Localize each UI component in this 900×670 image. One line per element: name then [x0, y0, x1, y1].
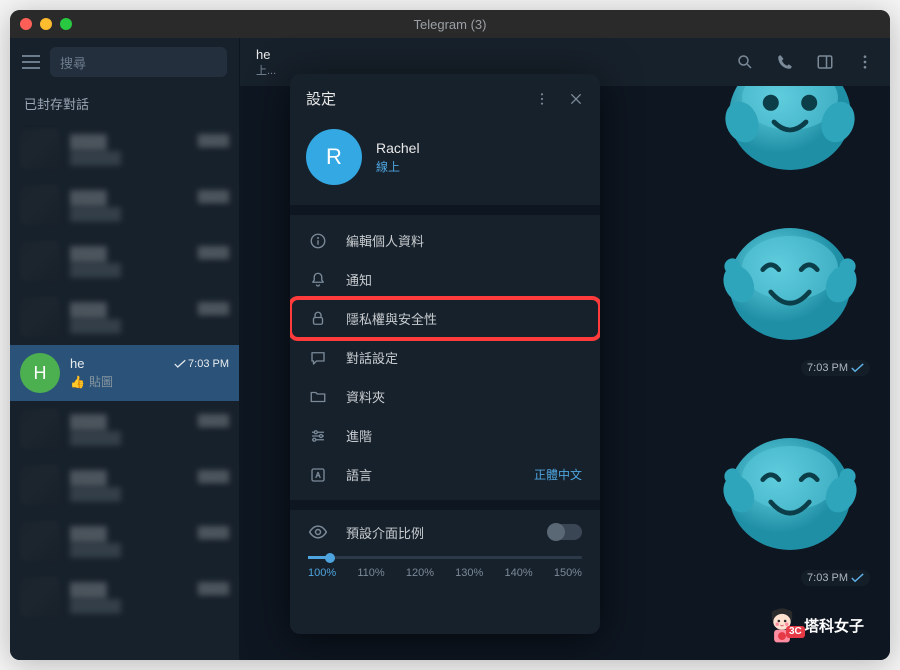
blob-sticker-icon — [710, 86, 870, 186]
list-item[interactable]: ██████████████ — [10, 457, 239, 513]
mascot-icon — [766, 606, 798, 644]
check-icon — [851, 573, 864, 583]
message-timestamp: 7:03 PM — [801, 570, 870, 586]
info-icon — [308, 232, 328, 250]
settings-menu: 編輯個人資料 通知 隱私權與安全性 對話設定 資料夾 進階 — [290, 215, 600, 500]
avatar: H — [20, 353, 60, 393]
menu-item-notifications[interactable]: 通知 — [290, 260, 600, 299]
sidebar-topbar: 搜尋 — [10, 38, 239, 86]
menu-item-value: 正體中文 — [534, 466, 582, 483]
menu-item-label: 通知 — [346, 270, 372, 289]
titlebar: Telegram (3) — [10, 10, 890, 38]
sliders-icon — [308, 427, 328, 445]
panel-title: 設定 — [306, 88, 336, 109]
profile-block[interactable]: R Rachel 線上 — [290, 119, 600, 205]
scale-slider[interactable] — [308, 556, 582, 559]
traffic-lights — [20, 18, 72, 30]
panel-header: 設定 — [290, 74, 600, 119]
list-item[interactable]: ██████████████ — [10, 233, 239, 289]
watermark: 塔科女子 3C — [766, 606, 864, 644]
list-item[interactable]: ██████████████ — [10, 401, 239, 457]
menu-item-label: 資料夾 — [346, 387, 385, 406]
sidebar-toggle-icon[interactable] — [816, 53, 834, 71]
slider-thumb-icon[interactable] — [325, 553, 335, 563]
minimize-window-button[interactable] — [40, 18, 52, 30]
menu-icon[interactable] — [22, 55, 40, 69]
scale-label: 預設介面比例 — [346, 523, 424, 542]
watermark-badge: 3C — [786, 626, 805, 638]
chat-list: ██████████████ ██████████████ ██████████… — [10, 121, 239, 660]
chat-preview: 貼圖 — [89, 373, 113, 390]
window-title: Telegram (3) — [414, 17, 487, 32]
sidebar: 搜尋 已封存對話 ██████████████ ██████████████ █… — [10, 38, 240, 660]
more-icon[interactable] — [534, 91, 550, 107]
message-sticker — [710, 86, 870, 186]
menu-item-label: 隱私權與安全性 — [346, 309, 437, 328]
bell-icon — [308, 271, 328, 289]
divider — [290, 205, 600, 215]
scale-section: 預設介面比例 100% 110% 120% 130% 140% 150% — [290, 510, 600, 579]
list-item[interactable]: ██████████████ — [10, 289, 239, 345]
menu-item-folders[interactable]: 資料夾 — [290, 377, 600, 416]
menu-item-advanced[interactable]: 進階 — [290, 416, 600, 455]
menu-item-label: 進階 — [346, 426, 372, 445]
language-icon — [308, 466, 328, 484]
archived-chats-label[interactable]: 已封存對話 — [10, 86, 239, 121]
chat-header-actions — [736, 53, 874, 71]
eye-icon — [308, 522, 328, 542]
list-item[interactable]: ██████████████ — [10, 177, 239, 233]
scale-option[interactable]: 140% — [505, 567, 533, 579]
chat-header-name: he — [256, 47, 276, 62]
scale-option[interactable]: 130% — [455, 567, 483, 579]
divider — [290, 500, 600, 510]
chat-time: 7:03 PM — [174, 358, 229, 370]
chat-icon — [308, 349, 328, 367]
phone-icon[interactable] — [776, 53, 794, 71]
search-input[interactable]: 搜尋 — [50, 47, 227, 77]
list-item[interactable]: ██████████████ — [10, 121, 239, 177]
message-sticker: 7:03 PM — [710, 196, 870, 376]
scale-option[interactable]: 110% — [357, 567, 384, 579]
profile-status: 線上 — [376, 158, 420, 175]
chat-header-status: 上... — [256, 62, 276, 78]
maximize-window-button[interactable] — [60, 18, 72, 30]
menu-item-chat-settings[interactable]: 對話設定 — [290, 338, 600, 377]
menu-item-edit-profile[interactable]: 編輯個人資料 — [290, 221, 600, 260]
close-window-button[interactable] — [20, 18, 32, 30]
menu-item-language[interactable]: 語言 正體中文 — [290, 455, 600, 494]
search-placeholder: 搜尋 — [60, 53, 86, 72]
scale-option[interactable]: 100% — [308, 567, 336, 579]
message-sticker: 7:03 PM — [710, 406, 870, 586]
list-item[interactable]: ██████████████ — [10, 513, 239, 569]
check-icon — [174, 359, 186, 369]
search-icon[interactable] — [736, 53, 754, 71]
scale-labels: 100% 110% 120% 130% 140% 150% — [308, 567, 582, 579]
menu-item-privacy-security[interactable]: 隱私權與安全性 — [290, 299, 600, 338]
menu-item-label: 語言 — [346, 465, 372, 484]
more-icon[interactable] — [856, 53, 874, 71]
scale-option[interactable]: 120% — [406, 567, 434, 579]
scale-row: 預設介面比例 — [308, 522, 582, 542]
message-timestamp: 7:03 PM — [801, 360, 870, 376]
chat-list-item-active[interactable]: H he 7:03 PM 👍 貼圖 — [10, 345, 239, 401]
profile-name: Rachel — [376, 140, 420, 156]
folder-icon — [308, 388, 328, 406]
menu-item-label: 編輯個人資料 — [346, 231, 424, 250]
scale-toggle[interactable] — [548, 524, 582, 540]
lock-icon — [308, 310, 328, 328]
emoji-thumbs-up-icon: 👍 — [70, 375, 85, 389]
close-icon[interactable] — [568, 91, 584, 107]
list-item[interactable]: ██████████████ — [10, 569, 239, 625]
app-window: Telegram (3) 搜尋 已封存對話 ██████████████ ███… — [10, 10, 890, 660]
blob-sticker-icon — [710, 406, 870, 566]
settings-panel: 設定 R Rachel 線上 編輯個人資料 通知 — [290, 74, 600, 634]
avatar: R — [306, 129, 362, 185]
check-icon — [851, 363, 864, 373]
blob-sticker-icon — [710, 196, 870, 356]
watermark-text: 塔科女子 — [804, 615, 864, 636]
scale-option[interactable]: 150% — [554, 567, 582, 579]
chat-name: he — [70, 356, 84, 371]
menu-item-label: 對話設定 — [346, 348, 398, 367]
